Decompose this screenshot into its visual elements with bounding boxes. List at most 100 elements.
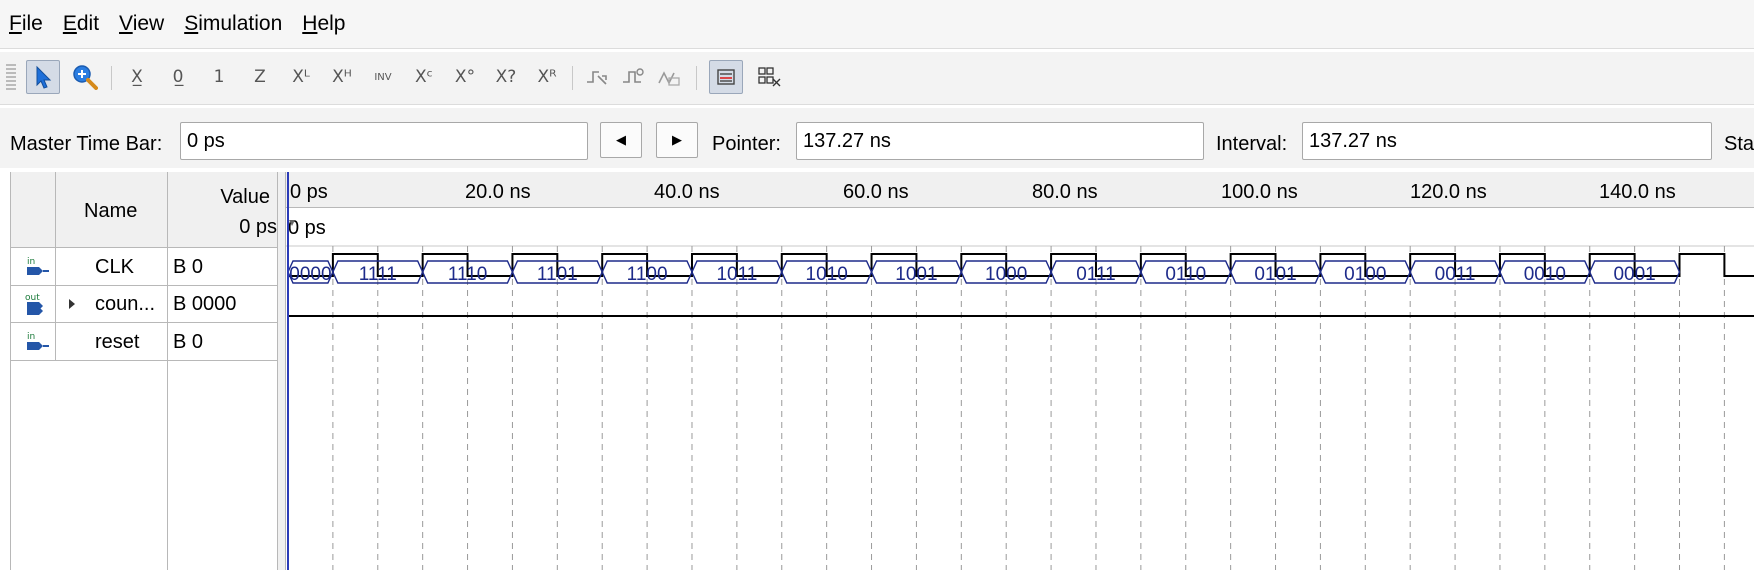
interval-field: 137.27 ns (1302, 122, 1712, 160)
forcing-high-button[interactable]: 1 (202, 60, 236, 94)
input-pin-icon: in (27, 257, 49, 275)
invert-button[interactable]: INV (366, 60, 400, 94)
ruler-tick-label: 40.0 ns (654, 181, 720, 203)
high-impedance-icon: Z (254, 67, 266, 87)
input-pin-icon: in (27, 332, 49, 350)
snap-to-transition-button[interactable] (580, 60, 614, 94)
counter-bus-value: 0000 (289, 264, 331, 285)
counter-bus-value: 1010 (806, 264, 848, 285)
value-column-time: 0 ps (239, 216, 277, 238)
grid-header (11, 172, 277, 247)
counter-bus-value: 1110 (448, 264, 487, 285)
signal-value: B 0 (173, 256, 204, 278)
counter-bus-value: 0011 (1435, 264, 1476, 285)
selection-tool-button[interactable] (26, 60, 60, 94)
toolbar: X̲ 0̲ 1 Z Xᴸ Xᴴ INV Xᶜ X° X? Xᴿ (0, 52, 1754, 105)
bus-grouping-button[interactable] (709, 60, 743, 94)
counter-bus-value: 1011 (716, 264, 757, 285)
counter-bus-value: 0001 (1613, 264, 1655, 285)
svg-text:out: out (25, 293, 40, 303)
row-divider (11, 360, 277, 361)
weak-low-icon: Xᴸ (292, 67, 310, 87)
counter-bus-value: 0111 (1076, 264, 1115, 285)
pointer-field: 137.27 ns (796, 122, 1204, 160)
selection-tool-icon (36, 65, 52, 89)
waveform-editing-icon (658, 71, 680, 86)
value-column-header[interactable]: Value (220, 186, 270, 209)
svg-text:in: in (27, 257, 35, 267)
weak-high-button[interactable]: Xᴴ (325, 60, 359, 94)
interval-label: Interval: (1216, 133, 1288, 155)
ruler-tick-label: 20.0 ns (465, 181, 531, 203)
ruler-tick-label: 0 ps (290, 181, 328, 203)
counter-bus-value: 1000 (985, 264, 1027, 285)
counter-bus-value: 1100 (627, 264, 668, 285)
output-bus-icon: out (25, 293, 43, 315)
ungroup-button[interactable] (752, 60, 786, 94)
snap-to-transition-icon (587, 71, 607, 85)
signal-name: coun... (95, 293, 156, 315)
master-time-bar-field[interactable]: 0 ps (180, 122, 588, 160)
icon-column-divider (55, 172, 56, 360)
triangle-right-icon: ▶ (672, 132, 682, 147)
high-impedance-button[interactable]: Z (243, 60, 277, 94)
ruler-tick-label: 120.0 ns (1410, 181, 1487, 203)
menu-bar: File Edit View Simulation Help (0, 0, 1754, 49)
signal-value: B 0000 (173, 293, 237, 315)
random-value-button[interactable]: Xᴿ (530, 60, 564, 94)
arbitrary-value-icon: X? (495, 67, 517, 87)
master-time-bar-label: Master Time Bar: (10, 133, 163, 155)
clock-value-icon: X° (454, 67, 476, 87)
svg-text:in: in (27, 332, 35, 342)
ruler-tick-label: 80.0 ns (1032, 181, 1098, 203)
arbitrary-value-button[interactable]: X? (489, 60, 523, 94)
header-divider (11, 247, 277, 248)
expand-triangle-icon[interactable] (67, 297, 77, 311)
menu-edit[interactable]: Edit (54, 0, 110, 48)
pane-splitter[interactable] (277, 172, 286, 570)
toolbar-separator (111, 66, 112, 90)
forcing-low-button[interactable]: 0̲ (161, 60, 195, 94)
random-value-icon: Xᴿ (537, 67, 557, 87)
menu-view[interactable]: View (110, 0, 175, 48)
count-value-button[interactable]: Xᶜ (407, 60, 441, 94)
toolbar-grip[interactable] (6, 64, 16, 92)
signal-list-pane: Name Value 0 ps in CLK B 0 out coun... B… (10, 172, 278, 570)
signal-name: reset (95, 331, 140, 353)
next-transition-button[interactable]: ▶ (656, 122, 698, 158)
forcing-low-icon: 0̲ (172, 67, 184, 87)
ruler-tick-label: 60.0 ns (843, 181, 909, 203)
snap-to-edge-button[interactable] (616, 60, 650, 94)
menu-simulation[interactable]: Simulation (175, 0, 293, 48)
clock-value-button[interactable]: X° (448, 60, 482, 94)
bus-grouping-icon (717, 69, 735, 85)
forcing-unknown-icon: X̲ (131, 67, 143, 87)
start-label: Sta (1724, 133, 1754, 155)
name-value-divider (167, 172, 168, 570)
toolbar-separator (572, 66, 573, 90)
forcing-unknown-button[interactable]: X̲ (120, 60, 154, 94)
waveform-editing-button[interactable] (652, 60, 686, 94)
menu-file[interactable]: File (0, 0, 54, 48)
ruler-tick-label: 140.0 ns (1599, 181, 1676, 203)
counter-bus-value: 1101 (537, 264, 578, 285)
signal-value: B 0 (173, 331, 204, 353)
counter-bus-value: 0101 (1254, 264, 1296, 285)
ungroup-icon (758, 67, 781, 87)
snap-to-edge-icon (623, 68, 644, 83)
name-column-header[interactable]: Name (84, 200, 137, 223)
counter-bus-value: 1001 (895, 264, 937, 285)
previous-transition-button[interactable]: ◀ (600, 122, 642, 158)
weak-high-icon: Xᴴ (332, 67, 352, 87)
counter-bus-value: 0110 (1165, 264, 1206, 285)
row-divider (11, 285, 277, 286)
invert-icon: INV (374, 71, 392, 83)
row-divider (11, 322, 277, 323)
count-value-icon: Xᶜ (415, 67, 433, 87)
waveform-view[interactable]: 0 ps 20.0 ns 40.0 ns 60.0 ns 80.0 ns 100.0 ns… (286, 172, 1754, 570)
zoom-tool-button[interactable] (68, 60, 102, 94)
pointer-label: Pointer: (712, 133, 781, 155)
weak-low-button[interactable]: Xᴸ (284, 60, 318, 94)
menu-help[interactable]: Help (293, 0, 356, 48)
counter-bus-value: 1111 (359, 264, 397, 285)
